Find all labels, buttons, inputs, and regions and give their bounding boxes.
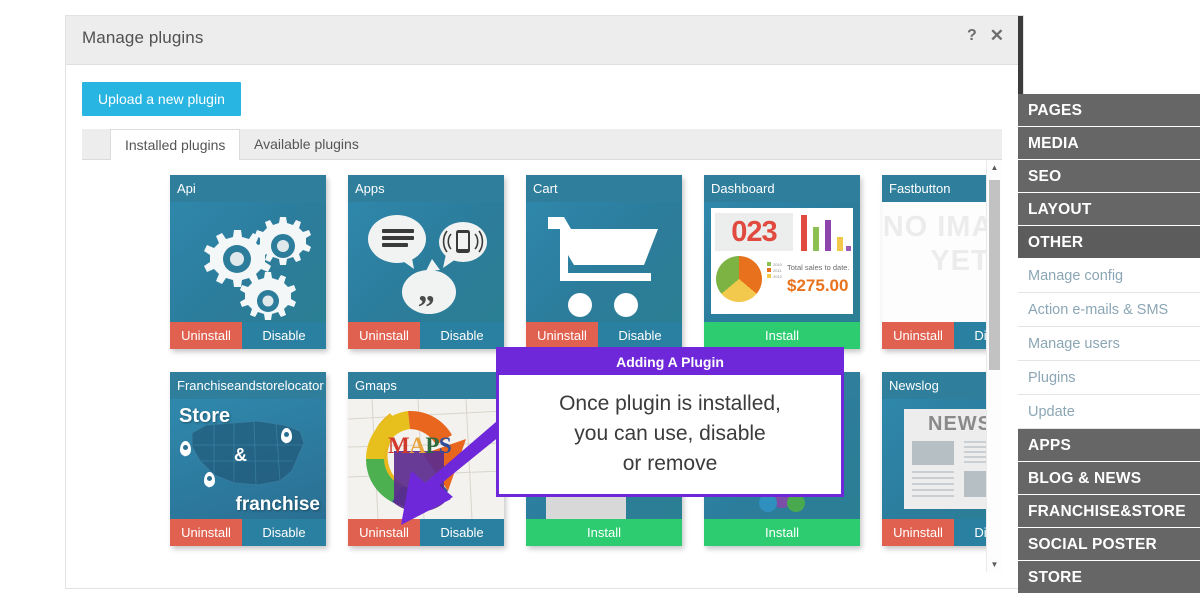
plugin-name: Newslog bbox=[882, 372, 1002, 399]
ampersand-label: & bbox=[234, 445, 247, 465]
sidebar-subitem-manage-users[interactable]: Manage users bbox=[1018, 327, 1200, 361]
uninstall-button[interactable]: Uninstall bbox=[882, 519, 954, 546]
sidebar-item-store[interactable]: STORE bbox=[1018, 561, 1200, 594]
sidebar-item-apps[interactable]: APPS bbox=[1018, 429, 1200, 462]
callout-title: Adding A Plugin bbox=[499, 350, 841, 375]
callout-line-1: Once plugin is installed, bbox=[559, 392, 781, 415]
help-icon[interactable]: ? bbox=[967, 27, 977, 44]
sidebar-subitem-manage-config[interactable]: Manage config bbox=[1018, 259, 1200, 293]
no-image-placeholder: NO IMAGE YET bbox=[882, 202, 1002, 322]
plugin-name: Dashboard bbox=[704, 175, 860, 202]
dashboard-sales-label: Total sales to date. bbox=[787, 263, 850, 272]
plugin-name: Api bbox=[170, 175, 326, 202]
manage-plugins-dialog: Manage plugins ? ✕ Upload a new plugin I… bbox=[66, 16, 1023, 588]
plugin-actions: Uninstall Disable bbox=[348, 322, 504, 349]
plugin-name: Apps bbox=[348, 175, 504, 202]
store-label: Store bbox=[179, 405, 231, 427]
map-pin-icon bbox=[204, 472, 215, 488]
plugin-name: Gmaps bbox=[348, 372, 504, 399]
plugin-card-fastbutton[interactable]: Fastbutton NO IMAGE YET Uninstall Disabl… bbox=[882, 175, 1002, 349]
franchise-label: franchise bbox=[235, 494, 320, 515]
plugin-name: Franchiseandstorelocator bbox=[170, 372, 326, 399]
gears-icon bbox=[204, 217, 311, 320]
uninstall-button[interactable]: Uninstall bbox=[170, 322, 242, 349]
plugin-artwork: „ bbox=[348, 202, 504, 322]
disable-button[interactable]: Disable bbox=[242, 322, 326, 349]
map-pin-icon bbox=[180, 441, 191, 457]
plugin-card-apps[interactable]: Apps „ Uninstall Disable bbox=[348, 175, 504, 349]
sidebar-subitem-action-emails-sms[interactable]: Action e-mails & SMS bbox=[1018, 293, 1200, 327]
plugin-actions: Install bbox=[526, 519, 682, 546]
dialog-header-icons: ? ✕ bbox=[967, 27, 1004, 44]
sidebar-item-layout[interactable]: LAYOUT bbox=[1018, 193, 1200, 226]
install-button[interactable]: Install bbox=[704, 322, 860, 349]
disable-button[interactable]: Disable bbox=[242, 519, 326, 546]
plugin-artwork bbox=[526, 202, 682, 322]
plugin-artwork: NO IMAGE YET bbox=[882, 202, 1002, 322]
shopping-cart-icon bbox=[548, 217, 658, 317]
sidebar-item-social-poster[interactable]: SOCIAL POSTER bbox=[1018, 528, 1200, 561]
sidebar-item-media[interactable]: MEDIA bbox=[1018, 127, 1200, 160]
admin-sidebar-menu: PAGES MEDIA SEO LAYOUT OTHER Manage conf… bbox=[1018, 94, 1200, 594]
install-button[interactable]: Install bbox=[526, 519, 682, 546]
plugin-name: Cart bbox=[526, 175, 682, 202]
disable-button[interactable]: Disable bbox=[598, 322, 682, 349]
uninstall-button[interactable]: Uninstall bbox=[882, 322, 954, 349]
dashboard-legend: 2010 2011 2012 bbox=[767, 262, 782, 280]
uninstall-button[interactable]: Uninstall bbox=[526, 322, 598, 349]
callout-line-3: or remove bbox=[622, 452, 718, 475]
sidebar-item-other[interactable]: OTHER bbox=[1018, 226, 1200, 259]
screen: Manage plugins ? ✕ Upload a new plugin I… bbox=[0, 0, 1200, 600]
plugin-artwork: Store & franchise bbox=[170, 399, 326, 519]
sidebar-item-blog-news[interactable]: BLOG & NEWS bbox=[1018, 462, 1200, 495]
sidebar-subitem-plugins[interactable]: Plugins bbox=[1018, 361, 1200, 395]
plugin-card-api[interactable]: Api Uninstall Disable bbox=[170, 175, 326, 349]
disable-button[interactable]: Disable bbox=[420, 322, 504, 349]
install-button[interactable]: Install bbox=[704, 519, 860, 546]
plugin-card-newslog[interactable]: Newslog NEWS Uninstall bbox=[882, 372, 1002, 546]
plugin-name: Fastbutton bbox=[882, 175, 1002, 202]
sidebar-subitem-update[interactable]: Update bbox=[1018, 395, 1200, 429]
page-title: Manage plugins bbox=[82, 28, 204, 47]
plugin-actions: Uninstall Disable bbox=[882, 322, 1002, 349]
plugin-actions: Uninstall Disable bbox=[526, 322, 682, 349]
sidebar-item-pages[interactable]: PAGES bbox=[1018, 94, 1200, 127]
plugin-artwork bbox=[170, 202, 326, 322]
plugin-card-cart[interactable]: Cart Uninstall Disable bbox=[526, 175, 682, 349]
plugin-actions: Uninstall Disable bbox=[882, 519, 1002, 546]
sidebar-item-franchise-store[interactable]: FRANCHISE&STORE bbox=[1018, 495, 1200, 528]
scroll-down-icon[interactable]: ▼ bbox=[987, 557, 1002, 572]
uninstall-button[interactable]: Uninstall bbox=[170, 519, 242, 546]
dialog-header: Manage plugins ? ✕ bbox=[66, 16, 1018, 65]
speech-bubbles-icon: „ bbox=[368, 215, 487, 314]
plugin-artwork: 023 2010 2011 2012 Total sales to date. … bbox=[704, 202, 860, 322]
svg-text:„: „ bbox=[418, 272, 435, 309]
plugin-actions: Uninstall Disable bbox=[170, 519, 326, 546]
dashboard-pie-chart bbox=[716, 256, 762, 302]
dashboard-chart-icon: 023 2010 2011 2012 Total sales to date. … bbox=[711, 208, 853, 314]
tab-installed-plugins[interactable]: Installed plugins bbox=[110, 129, 241, 161]
dashboard-sales-amount: $275.00 bbox=[787, 276, 849, 295]
sidebar-item-seo[interactable]: SEO bbox=[1018, 160, 1200, 193]
callout-line-2: you can use, disable bbox=[574, 422, 766, 445]
dashboard-bar-chart bbox=[799, 213, 851, 251]
plugin-card-dashboard[interactable]: Dashboard 023 2010 2011 2012 Total sales… bbox=[704, 175, 860, 349]
close-icon[interactable]: ✕ bbox=[990, 27, 1004, 44]
tab-available-plugins[interactable]: Available plugins bbox=[240, 129, 373, 159]
plugin-actions: Install bbox=[704, 519, 860, 546]
map-pin-icon bbox=[281, 428, 292, 444]
upload-new-plugin-button[interactable]: Upload a new plugin bbox=[82, 82, 241, 116]
plugin-card-franchiseandstorelocator[interactable]: Franchiseandstorelocator Store & franchi… bbox=[170, 372, 326, 546]
plugin-actions: Install bbox=[704, 322, 860, 349]
tutorial-callout: Adding A Plugin Once plugin is installed… bbox=[496, 347, 844, 497]
scrollbar-thumb[interactable] bbox=[989, 180, 1000, 370]
dashboard-counter: 023 bbox=[715, 213, 793, 251]
plugin-actions: Uninstall Disable bbox=[170, 322, 326, 349]
plugin-artwork: NEWS bbox=[882, 399, 1002, 519]
callout-body: Once plugin is installed, you can use, d… bbox=[499, 375, 841, 479]
uninstall-button[interactable]: Uninstall bbox=[348, 322, 420, 349]
plugin-grid-scrollbar[interactable]: ▲ ▼ bbox=[986, 160, 1002, 572]
scroll-up-icon[interactable]: ▲ bbox=[987, 160, 1002, 175]
plugin-tabs: Installed plugins Available plugins bbox=[82, 129, 1002, 161]
